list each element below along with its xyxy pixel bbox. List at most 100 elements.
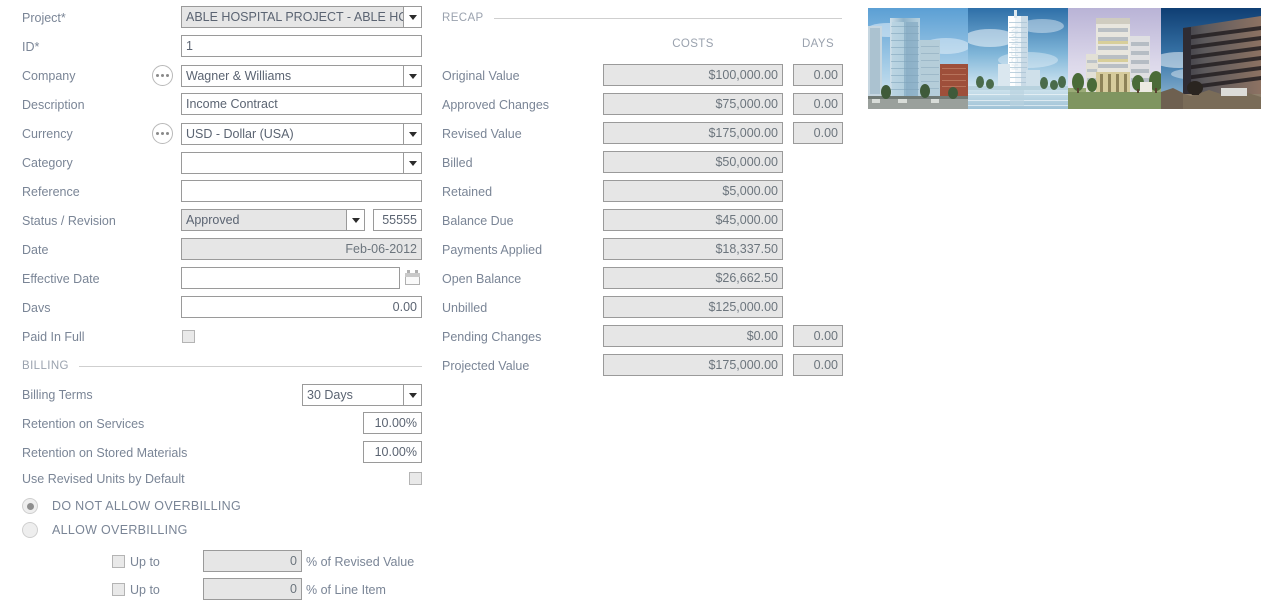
category-combobox[interactable] <box>181 152 422 174</box>
radio-indicator-allow[interactable] <box>22 522 38 538</box>
paid-in-full-checkbox[interactable] <box>182 330 195 343</box>
category-dropdown-arrow[interactable] <box>403 152 422 174</box>
recap-col-header-costs: COSTS <box>603 38 783 50</box>
gallery-image-brick-office-block <box>1161 8 1261 109</box>
recap-row-days: 0.00 <box>793 93 843 115</box>
recap-row-cost: $18,337.50 <box>603 238 783 260</box>
recap-row-label: Pending Changes <box>442 331 541 344</box>
recap-row-cost: $75,000.00 <box>603 93 783 115</box>
field-label-currency: Currency <box>22 128 73 141</box>
recap-row-cost: $175,000.00 <box>603 354 783 376</box>
recap-row-cost: $100,000.00 <box>603 64 783 86</box>
field-label-company: Company <box>22 70 76 83</box>
effective-date-input[interactable] <box>181 267 400 289</box>
id-input[interactable]: 1 <box>181 35 422 57</box>
field-label-reference: Reference <box>22 186 80 199</box>
chevron-down-icon <box>352 218 360 223</box>
recap-section-rule <box>494 18 842 19</box>
radio-label-do-not-allow: DO NOT ALLOW OVERBILLING <box>52 500 241 513</box>
radio-indicator-do-not-allow[interactable] <box>22 498 38 514</box>
status-value[interactable]: Approved <box>181 209 346 231</box>
status-combobox[interactable]: Approved <box>181 209 365 231</box>
field-label-id: ID* <box>22 41 39 54</box>
field-label-project: Project* <box>22 12 66 25</box>
date-value: Feb-06-2012 <box>181 238 422 260</box>
billing-section-rule <box>79 366 422 367</box>
field-label-status-revision: Status / Revision <box>22 215 116 228</box>
recap-row-days: 0.00 <box>793 325 843 347</box>
recap-row-label: Retained <box>442 186 492 199</box>
category-value[interactable] <box>181 152 403 174</box>
recap-row-label: Approved Changes <box>442 99 549 112</box>
field-label-billing-terms: Billing Terms <box>22 389 93 402</box>
chevron-down-icon <box>409 74 417 79</box>
billing-section-header: BILLING <box>22 360 422 372</box>
recap-row-label: Open Balance <box>442 273 521 286</box>
days-input[interactable]: 0.00 <box>181 296 422 318</box>
use-revised-units-checkbox[interactable] <box>409 472 422 485</box>
field-label-date: Date <box>22 244 48 257</box>
currency-value[interactable]: USD - Dollar (USA) <box>181 123 403 145</box>
chevron-down-icon <box>409 15 417 20</box>
gallery-image-midrise-render <box>1068 8 1168 109</box>
gallery-image-glass-office-tower <box>868 8 968 109</box>
recap-row-cost: $26,662.50 <box>603 267 783 289</box>
revision-input[interactable]: 55555 <box>373 209 422 231</box>
field-label-retention-services: Retention on Services <box>22 418 144 431</box>
field-label-retention-materials: Retention on Stored Materials <box>22 447 187 460</box>
chevron-down-icon <box>409 132 417 137</box>
up-to-line-item-input[interactable]: 0 <box>203 578 302 600</box>
up-to-revised-value-input[interactable]: 0 <box>203 550 302 572</box>
calendar-icon[interactable] <box>405 270 420 285</box>
status-dropdown-arrow[interactable] <box>346 209 365 231</box>
recap-row-label: Revised Value <box>442 128 522 141</box>
up-to-revised-value-prefix: Up to <box>130 556 160 569</box>
retention-services-input[interactable]: 10.00% <box>363 412 422 434</box>
currency-combobox[interactable]: USD - Dollar (USA) <box>181 123 422 145</box>
up-to-revised-value-checkbox[interactable] <box>112 555 125 568</box>
description-input[interactable]: Income Contract <box>181 93 422 115</box>
field-label-paid-in-full: Paid In Full <box>22 331 85 344</box>
up-to-revised-value-suffix: % of Revised Value <box>306 556 414 569</box>
retention-materials-input[interactable]: 10.00% <box>363 441 422 463</box>
radio-allow-overbilling[interactable]: ALLOW OVERBILLING <box>22 522 188 538</box>
company-value[interactable]: Wagner & Williams <box>181 65 403 87</box>
recap-row-days: 0.00 <box>793 64 843 86</box>
recap-row-cost: $0.00 <box>603 325 783 347</box>
radio-do-not-allow-overbilling[interactable]: DO NOT ALLOW OVERBILLING <box>22 498 241 514</box>
recap-section-title: RECAP <box>442 12 484 24</box>
field-label-effective-date: Effective Date <box>22 273 100 286</box>
field-label-category: Category <box>22 157 73 170</box>
recap-row-label: Unbilled <box>442 302 487 315</box>
billing-terms-value[interactable]: 30 Days <box>302 384 403 406</box>
billing-terms-combobox[interactable]: 30 Days <box>302 384 422 406</box>
company-combobox[interactable]: Wagner & Williams <box>181 65 422 87</box>
recap-row-cost: $45,000.00 <box>603 209 783 231</box>
billing-terms-dropdown-arrow[interactable] <box>403 384 422 406</box>
field-label-use-revised-units: Use Revised Units by Default <box>22 473 185 486</box>
recap-section-header: RECAP <box>442 12 842 24</box>
project-value[interactable]: ABLE HOSPITAL PROJECT - ABLE HO <box>181 6 403 28</box>
recap-row-cost: $175,000.00 <box>603 122 783 144</box>
recap-row-days: 0.00 <box>793 122 843 144</box>
up-to-line-item-suffix: % of Line Item <box>306 584 386 597</box>
currency-lookup-button[interactable] <box>152 123 173 144</box>
chevron-down-icon <box>409 161 417 166</box>
recap-row-label: Billed <box>442 157 473 170</box>
reference-input[interactable] <box>181 180 422 202</box>
currency-dropdown-arrow[interactable] <box>403 123 422 145</box>
recap-row-days: 0.00 <box>793 354 843 376</box>
project-combobox[interactable]: ABLE HOSPITAL PROJECT - ABLE HO <box>181 6 422 28</box>
recap-row-label: Projected Value <box>442 360 529 373</box>
recap-row-cost: $5,000.00 <box>603 180 783 202</box>
up-to-line-item-checkbox[interactable] <box>112 583 125 596</box>
recap-col-header-days: DAYS <box>793 38 843 50</box>
radio-label-allow: ALLOW OVERBILLING <box>52 524 188 537</box>
field-label-description: Description <box>22 99 85 112</box>
project-dropdown-arrow[interactable] <box>403 6 422 28</box>
chevron-down-icon <box>409 393 417 398</box>
recap-row-cost: $50,000.00 <box>603 151 783 173</box>
company-lookup-button[interactable] <box>152 65 173 86</box>
company-dropdown-arrow[interactable] <box>403 65 422 87</box>
gallery-image-waterfront-highrise: HOFFMAN <box>968 8 1068 109</box>
